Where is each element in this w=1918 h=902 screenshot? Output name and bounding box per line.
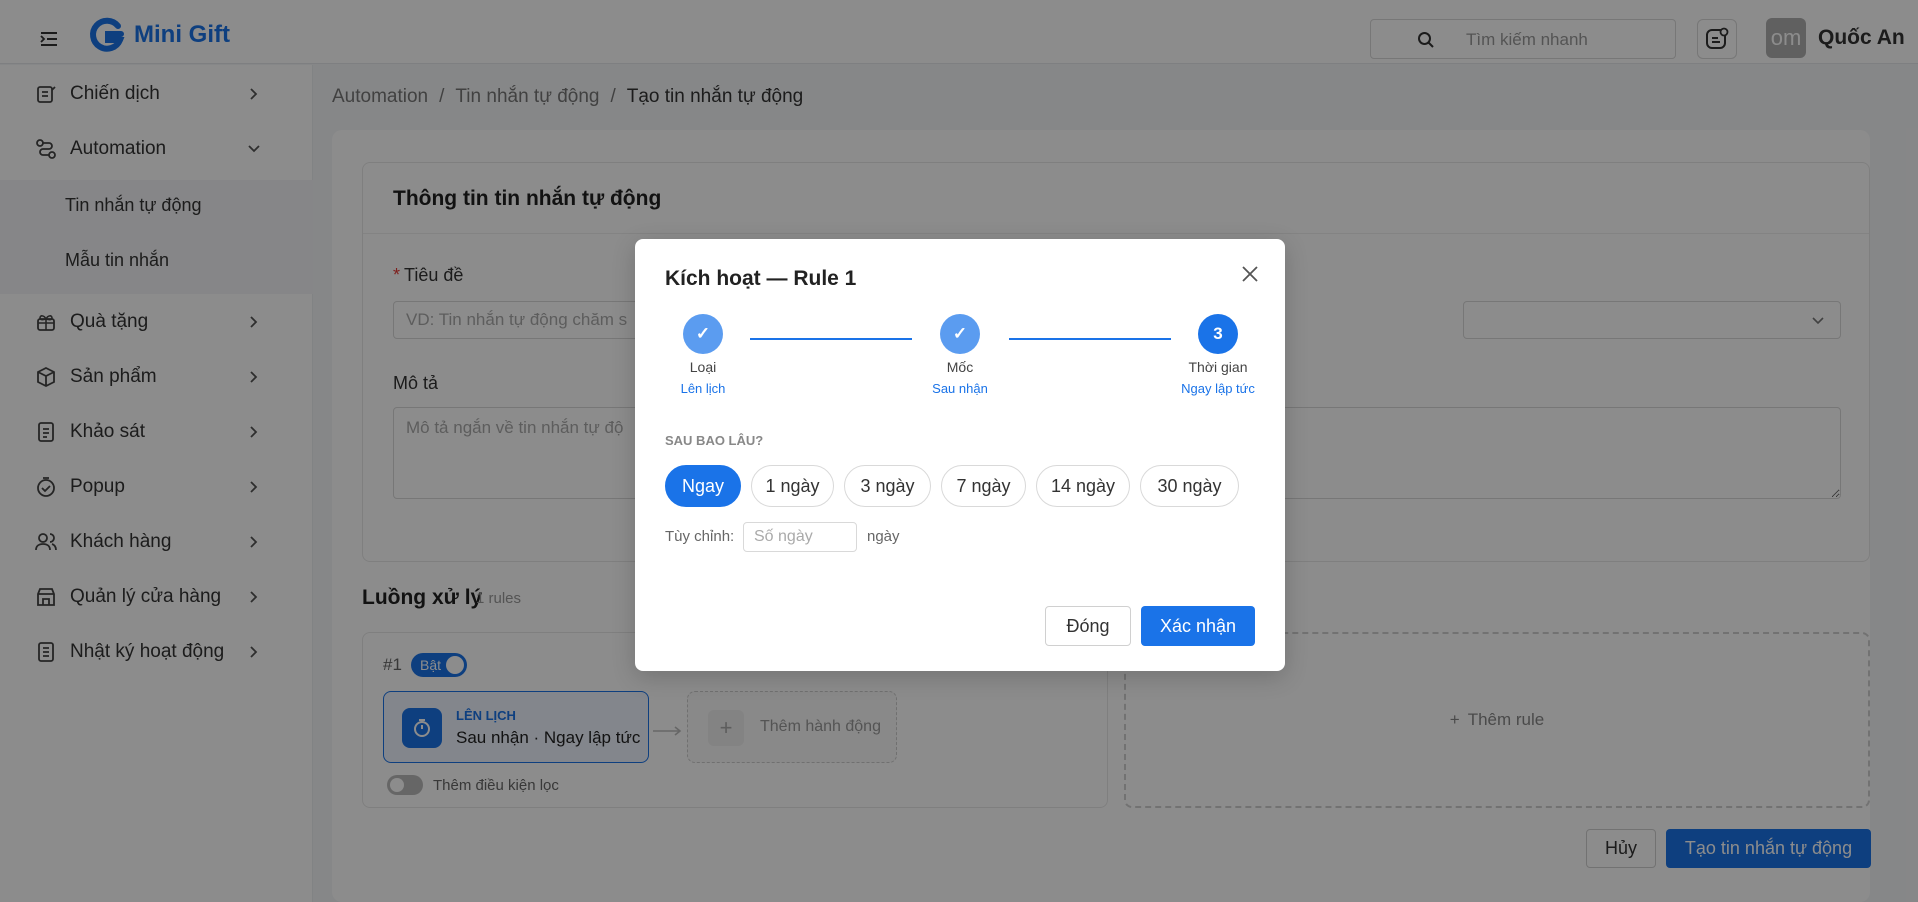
custom-days-input[interactable] (743, 522, 857, 552)
trigger-modal: Kích hoạt — Rule 1 ✓ Loại Lên lịch ✓ Mốc… (635, 239, 1285, 671)
option-chip-3-days[interactable]: 3 ngày (844, 465, 931, 507)
close-button[interactable]: Đóng (1045, 606, 1131, 646)
confirm-button[interactable]: Xác nhận (1141, 606, 1255, 646)
modal-title: Kích hoạt — Rule 1 (665, 267, 857, 290)
option-chip-1-day[interactable]: 1 ngày (751, 465, 834, 507)
step-2-value: Sau nhận (932, 381, 988, 396)
step-1-value: Lên lịch (680, 381, 726, 396)
close-icon[interactable] (1239, 263, 1261, 285)
step-2-label: Mốc (946, 359, 974, 375)
step-3-circle[interactable]: 3 (1198, 314, 1238, 354)
step-connector (1009, 338, 1171, 340)
step-connector (750, 338, 912, 340)
custom-unit: ngày (867, 528, 900, 545)
option-chip-now[interactable]: Ngay (665, 465, 741, 507)
step-1-label: Loại (689, 359, 717, 375)
step-3-label: Thời gian (1188, 359, 1248, 375)
step-2-circle[interactable]: ✓ (940, 314, 980, 354)
option-chip-30-days[interactable]: 30 ngày (1140, 465, 1239, 507)
step-1-circle[interactable]: ✓ (683, 314, 723, 354)
step-3-value: Ngay lập tức (1181, 381, 1255, 396)
custom-label: Tùy chỉnh: (665, 528, 735, 545)
section-title: SAU BAO LÂU? (665, 433, 764, 448)
option-chip-14-days[interactable]: 14 ngày (1036, 465, 1130, 507)
option-chip-7-days[interactable]: 7 ngày (941, 465, 1026, 507)
